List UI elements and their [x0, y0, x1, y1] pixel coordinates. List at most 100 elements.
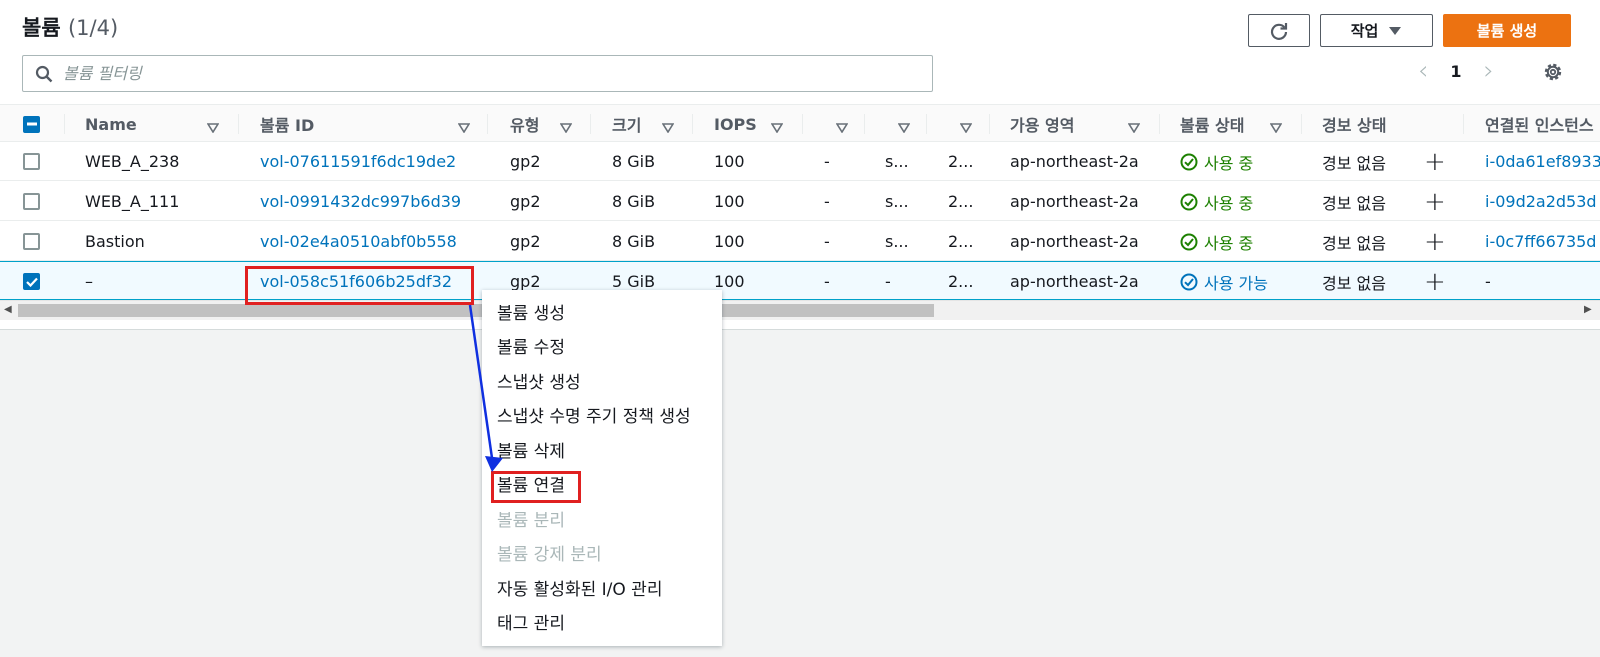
- create-volume-button[interactable]: 볼륨 생성: [1443, 14, 1571, 47]
- add-alarm-plus-icon[interactable]: +: [1424, 142, 1446, 181]
- cell-attached-instance: -: [1485, 272, 1491, 291]
- filter-box: [22, 55, 933, 92]
- cell-attached-instance[interactable]: i-0c7ff66735d: [1485, 222, 1600, 261]
- cell-alarm-state: 경보 없음: [1322, 153, 1386, 173]
- sort-icon[interactable]: [1269, 118, 1283, 137]
- scroll-left-icon[interactable]: ◀: [4, 304, 12, 315]
- col-attached-instance[interactable]: 연결된 인스턴스: [1485, 105, 1600, 143]
- cell-name: Bastion: [85, 232, 145, 251]
- sort-icon[interactable]: [1127, 118, 1141, 137]
- cell-volume-id[interactable]: vol-0991432dc997b6d39: [260, 182, 461, 221]
- cell-az: ap-northeast-2a: [1010, 232, 1139, 251]
- refresh-icon: [1270, 22, 1288, 40]
- sort-icon[interactable]: [897, 118, 911, 137]
- col-iops[interactable]: IOPS: [714, 105, 757, 143]
- cell-name: –: [85, 272, 93, 291]
- menu-item-manage-tags[interactable]: 태그 관리: [482, 605, 722, 640]
- cell-col8: 2...: [948, 152, 974, 171]
- cell-iops: 100: [714, 232, 745, 251]
- cell-col6: -: [824, 232, 830, 251]
- cell-size: 8 GiB: [612, 232, 656, 251]
- col-name[interactable]: Name: [85, 105, 137, 143]
- cell-volume-state: 사용 가능: [1180, 262, 1268, 301]
- select-all-checkbox[interactable]: [23, 105, 40, 143]
- actions-dropdown-button[interactable]: 작업: [1320, 14, 1433, 47]
- sort-icon[interactable]: [959, 118, 973, 137]
- page-title: 볼륨 (1/4): [22, 12, 118, 42]
- col-volume-id[interactable]: 볼륨 ID: [260, 105, 314, 143]
- cell-volume-state: 사용 중: [1180, 182, 1253, 221]
- sort-icon[interactable]: [661, 118, 675, 137]
- cell-az: ap-northeast-2a: [1010, 192, 1139, 211]
- row-checkbox[interactable]: [23, 182, 40, 221]
- cell-volume-state: 사용 중: [1180, 222, 1253, 261]
- cell-size: 8 GiB: [612, 152, 656, 171]
- page-title-text: 볼륨: [22, 16, 61, 40]
- cell-alarm-state: 경보 없음: [1322, 233, 1386, 253]
- col-volume-state[interactable]: 볼륨 상태: [1180, 105, 1244, 143]
- add-alarm-plus-icon[interactable]: +: [1424, 222, 1446, 261]
- row-checkbox-checked[interactable]: [23, 262, 40, 301]
- menu-item-create-snapshot-lifecycle-policy[interactable]: 스냅샷 수명 주기 정책 생성: [482, 398, 722, 433]
- state-text: 사용 중: [1204, 233, 1254, 253]
- attach-volume-highlight-box: [491, 471, 581, 503]
- cell-az: ap-northeast-2a: [1010, 272, 1139, 291]
- cell-type: gp2: [510, 232, 541, 251]
- table-row[interactable]: Bastion vol-02e4a0510abf0b558 gp2 8 GiB …: [0, 222, 1600, 261]
- cell-name: WEB_A_238: [85, 152, 180, 171]
- check-circle-icon: [1180, 153, 1198, 170]
- state-text: 사용 가능: [1204, 273, 1268, 293]
- state-text: 사용 중: [1204, 153, 1254, 173]
- menu-item-detach-volume: 볼륨 분리: [497, 510, 565, 531]
- refresh-button[interactable]: [1248, 14, 1310, 47]
- cell-attached-instance[interactable]: i-0da61ef8933: [1485, 142, 1600, 181]
- col-availability-zone[interactable]: 가용 영역: [1010, 105, 1074, 143]
- next-page-icon[interactable]: ›: [1484, 58, 1494, 84]
- table-row[interactable]: WEB_A_238 vol-07611591f6dc19de2 gp2 8 Gi…: [0, 142, 1600, 181]
- sort-icon[interactable]: [770, 118, 784, 137]
- col-alarm-state[interactable]: 경보 상태: [1322, 105, 1386, 143]
- sort-icon[interactable]: [206, 118, 220, 137]
- menu-item-manage-auto-enabled-io[interactable]: 자동 활성화된 I/O 관리: [482, 570, 722, 605]
- cell-type: gp2: [510, 192, 541, 211]
- cell-volume-state: 사용 중: [1180, 142, 1253, 181]
- cell-az: ap-northeast-2a: [1010, 152, 1139, 171]
- menu-item-delete-volume[interactable]: 볼륨 삭제: [482, 432, 722, 467]
- cell-attached-instance[interactable]: i-09d2a2d53d: [1485, 182, 1600, 221]
- settings-gear-icon[interactable]: [1542, 61, 1564, 87]
- cell-col6: -: [824, 272, 830, 291]
- cell-col8: 2...: [948, 272, 974, 291]
- cell-type: gp2: [510, 152, 541, 171]
- menu-item-create-volume[interactable]: 볼륨 생성: [482, 294, 722, 329]
- page-number[interactable]: 1: [1450, 62, 1461, 81]
- sort-icon[interactable]: [457, 118, 471, 137]
- filter-input[interactable]: [63, 64, 883, 83]
- cell-col6: -: [824, 192, 830, 211]
- cell-iops: 100: [714, 152, 745, 171]
- row-checkbox[interactable]: [23, 222, 40, 261]
- check-circle-icon: [1180, 273, 1198, 290]
- cell-alarm-state: 경보 없음: [1322, 193, 1386, 213]
- pagination: ‹ 1 ›: [1418, 58, 1494, 84]
- table-row[interactable]: WEB_A_111 vol-0991432dc997b6d39 gp2 8 Gi…: [0, 182, 1600, 221]
- col-size[interactable]: 크기: [612, 105, 641, 143]
- add-alarm-plus-icon[interactable]: +: [1424, 182, 1446, 221]
- sort-icon[interactable]: [835, 118, 849, 137]
- menu-item-create-snapshot[interactable]: 스냅샷 생성: [482, 363, 722, 398]
- check-circle-icon: [1180, 233, 1198, 250]
- prev-page-icon[interactable]: ‹: [1418, 58, 1428, 84]
- cell-volume-id[interactable]: vol-02e4a0510abf0b558: [260, 222, 457, 261]
- sort-icon[interactable]: [559, 118, 573, 137]
- row-checkbox[interactable]: [23, 142, 40, 181]
- cell-volume-id[interactable]: vol-07611591f6dc19de2: [260, 142, 456, 181]
- add-alarm-plus-icon[interactable]: +: [1424, 262, 1446, 301]
- state-text: 사용 중: [1204, 193, 1254, 213]
- cell-size: 8 GiB: [612, 192, 656, 211]
- col-type[interactable]: 유형: [510, 105, 539, 143]
- table-row-selected[interactable]: – vol-058c51f606b25df32 gp2 5 GiB 100 - …: [0, 261, 1600, 300]
- scrollbar-thumb[interactable]: [18, 304, 934, 317]
- scroll-right-icon[interactable]: ▶: [1584, 304, 1592, 315]
- horizontal-scrollbar[interactable]: ◀ ▶: [0, 300, 1600, 320]
- cell-col8: 2...: [948, 232, 974, 251]
- menu-item-modify-volume[interactable]: 볼륨 수정: [482, 329, 722, 364]
